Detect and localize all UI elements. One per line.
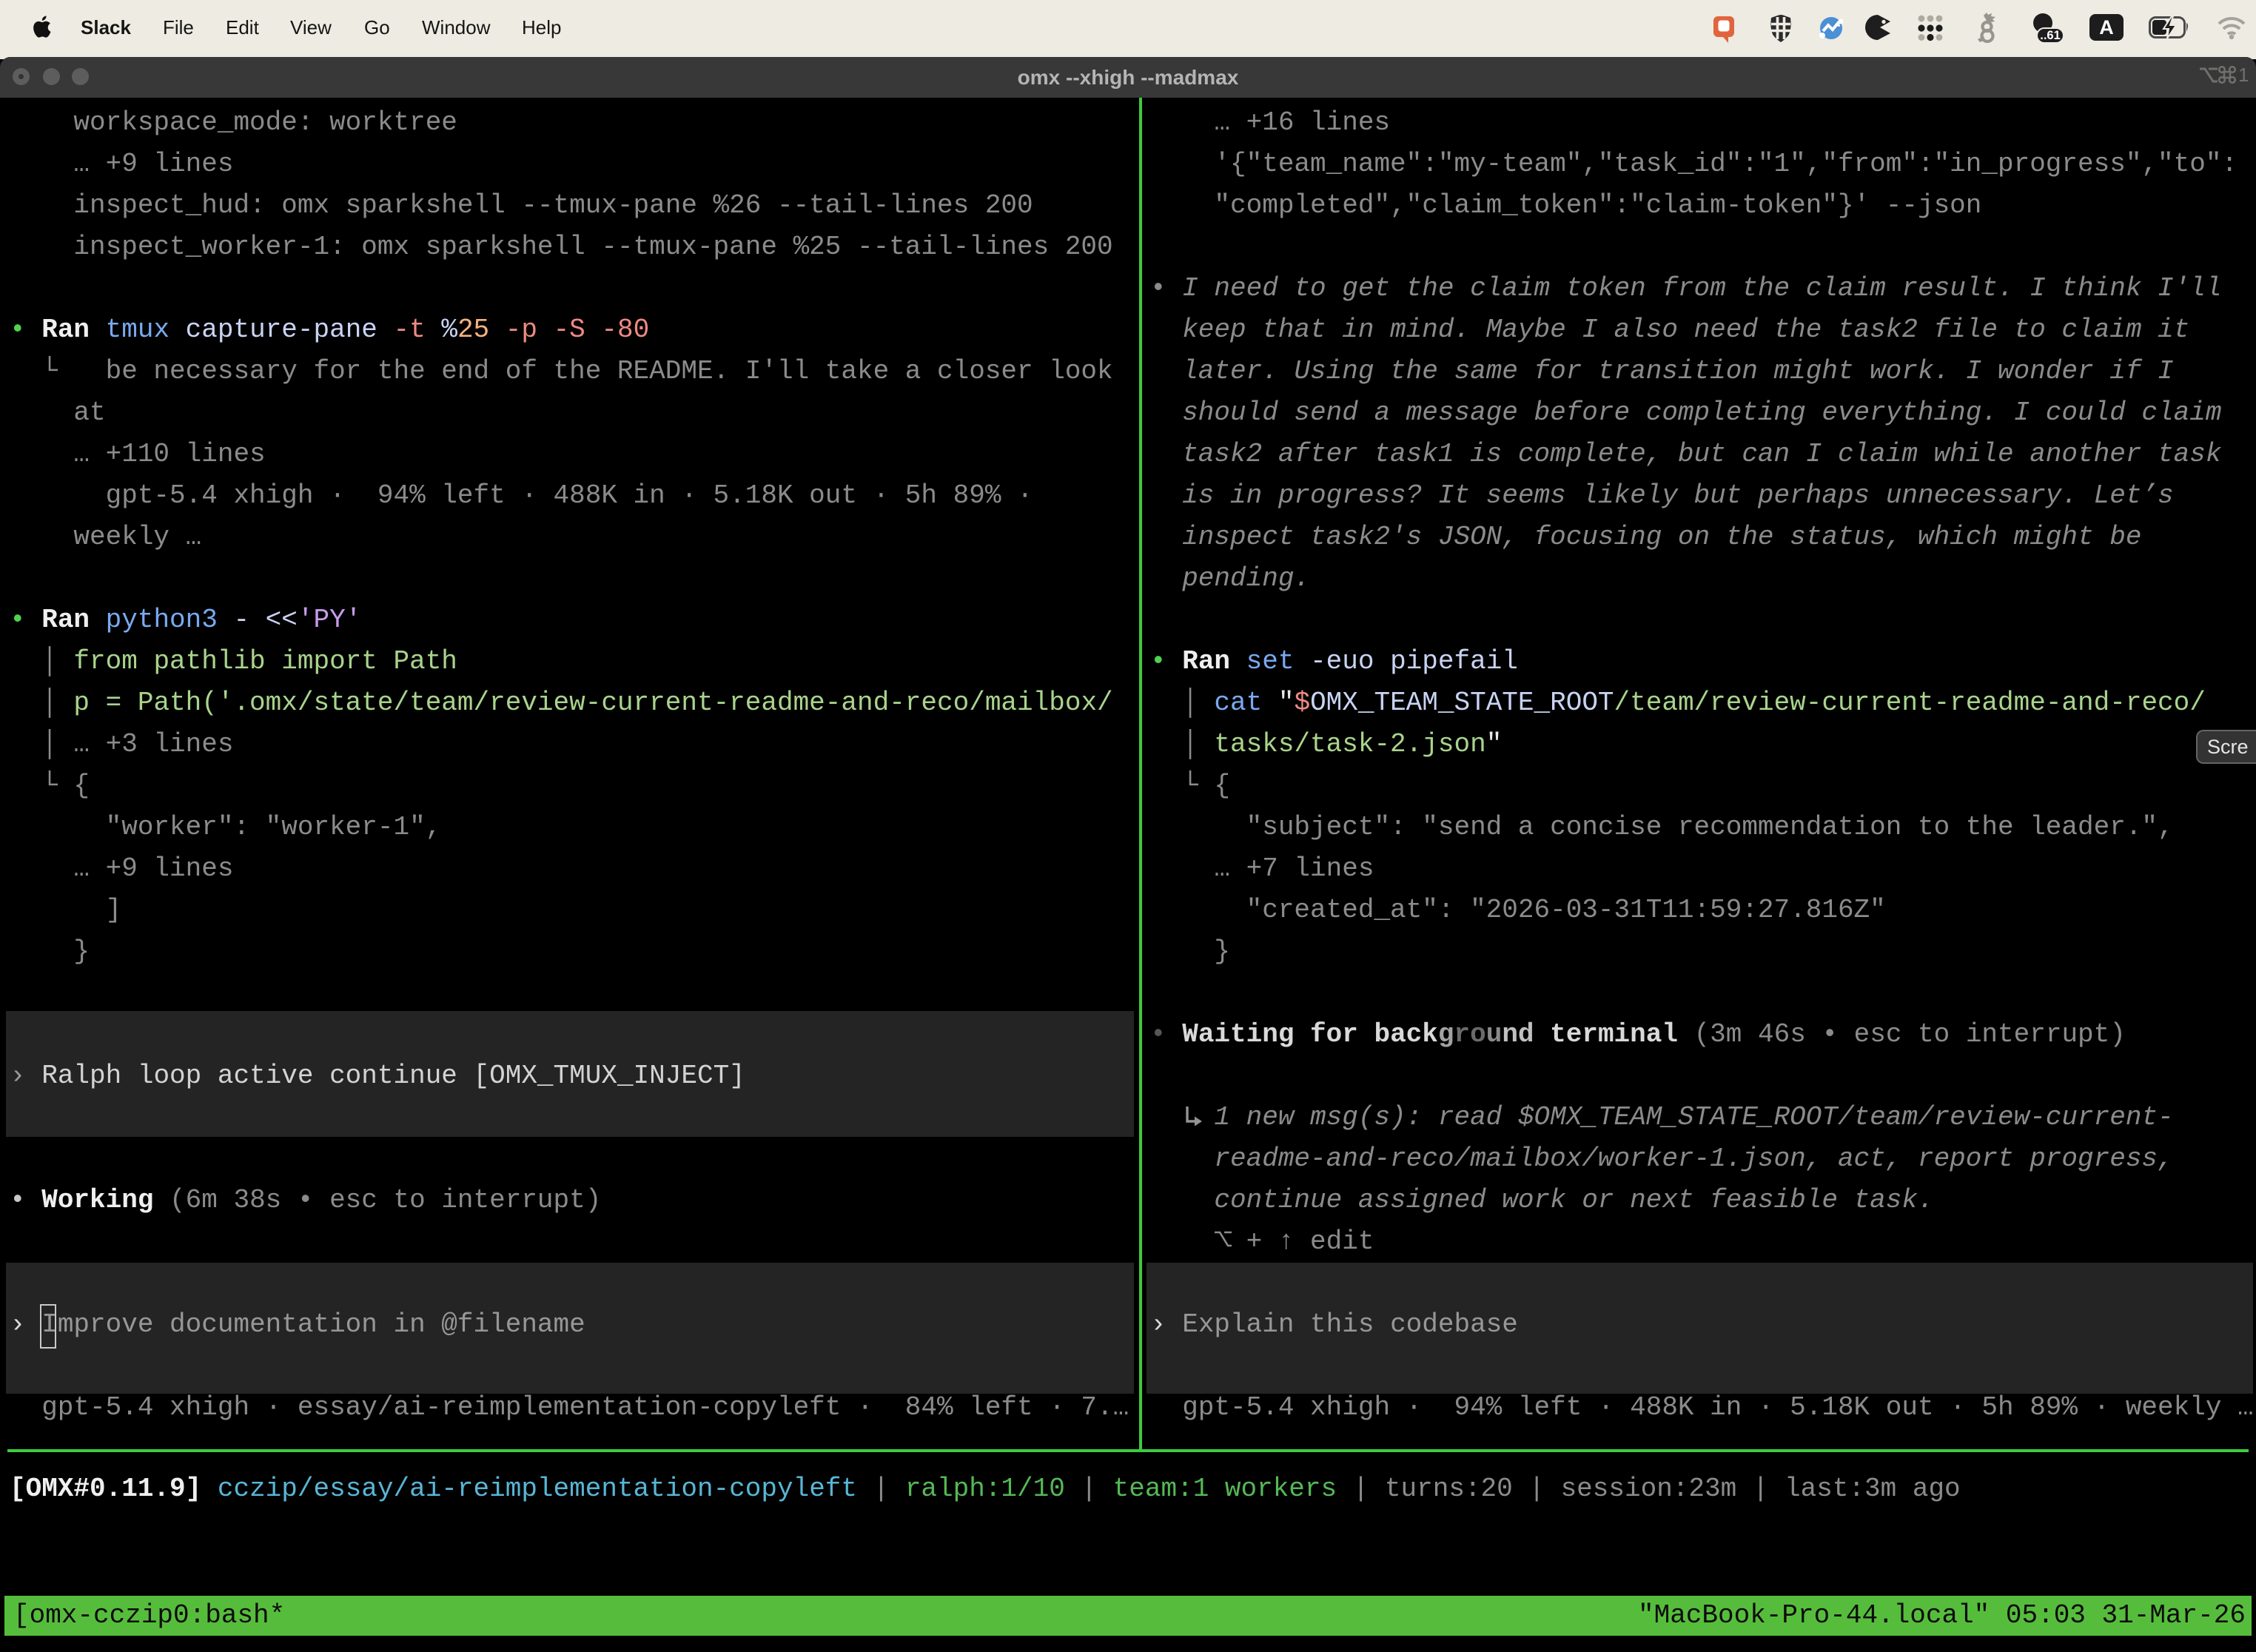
svg-text:..61: ..61 xyxy=(2040,29,2061,42)
svg-text:1: 1 xyxy=(2238,65,2248,86)
